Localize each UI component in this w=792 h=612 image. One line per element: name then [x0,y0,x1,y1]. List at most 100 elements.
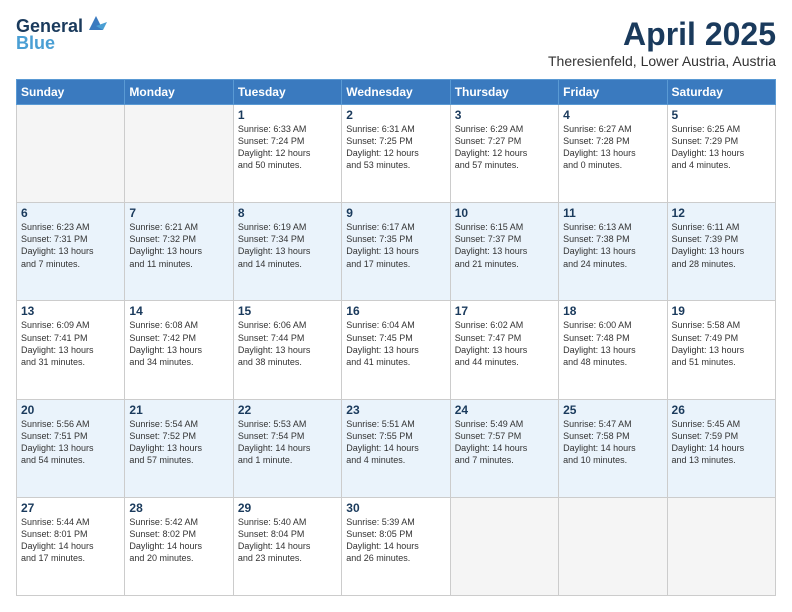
day-number: 11 [563,206,662,220]
day-info: Sunrise: 6:15 AMSunset: 7:37 PMDaylight:… [455,221,554,270]
logo: General Blue [16,16,107,54]
day-number: 5 [672,108,771,122]
day-number: 22 [238,403,337,417]
col-header-friday: Friday [559,80,667,105]
day-number: 2 [346,108,445,122]
day-number: 4 [563,108,662,122]
day-info: Sunrise: 6:17 AMSunset: 7:35 PMDaylight:… [346,221,445,270]
calendar-cell: 20Sunrise: 5:56 AMSunset: 7:51 PMDayligh… [17,399,125,497]
calendar-cell: 22Sunrise: 5:53 AMSunset: 7:54 PMDayligh… [233,399,341,497]
day-number: 8 [238,206,337,220]
page: General Blue April 2025 Theresienfeld, L… [0,0,792,612]
day-number: 10 [455,206,554,220]
calendar-table: SundayMondayTuesdayWednesdayThursdayFrid… [16,79,776,596]
calendar-cell [17,105,125,203]
col-header-saturday: Saturday [667,80,775,105]
calendar-cell: 26Sunrise: 5:45 AMSunset: 7:59 PMDayligh… [667,399,775,497]
calendar-week-3: 13Sunrise: 6:09 AMSunset: 7:41 PMDayligh… [17,301,776,399]
calendar-cell: 21Sunrise: 5:54 AMSunset: 7:52 PMDayligh… [125,399,233,497]
day-number: 3 [455,108,554,122]
logo-text: General Blue [16,16,107,54]
day-info: Sunrise: 5:58 AMSunset: 7:49 PMDaylight:… [672,319,771,368]
day-number: 15 [238,304,337,318]
day-info: Sunrise: 6:13 AMSunset: 7:38 PMDaylight:… [563,221,662,270]
calendar-cell: 7Sunrise: 6:21 AMSunset: 7:32 PMDaylight… [125,203,233,301]
day-number: 29 [238,501,337,515]
day-number: 13 [21,304,120,318]
day-info: Sunrise: 6:21 AMSunset: 7:32 PMDaylight:… [129,221,228,270]
day-info: Sunrise: 6:08 AMSunset: 7:42 PMDaylight:… [129,319,228,368]
calendar-cell: 27Sunrise: 5:44 AMSunset: 8:01 PMDayligh… [17,497,125,595]
calendar-cell: 13Sunrise: 6:09 AMSunset: 7:41 PMDayligh… [17,301,125,399]
calendar-cell: 9Sunrise: 6:17 AMSunset: 7:35 PMDaylight… [342,203,450,301]
col-header-tuesday: Tuesday [233,80,341,105]
day-number: 17 [455,304,554,318]
col-header-wednesday: Wednesday [342,80,450,105]
calendar-cell: 11Sunrise: 6:13 AMSunset: 7:38 PMDayligh… [559,203,667,301]
calendar-cell: 3Sunrise: 6:29 AMSunset: 7:27 PMDaylight… [450,105,558,203]
day-number: 20 [21,403,120,417]
day-number: 12 [672,206,771,220]
calendar-cell [450,497,558,595]
calendar-cell: 18Sunrise: 6:00 AMSunset: 7:48 PMDayligh… [559,301,667,399]
header: General Blue April 2025 Theresienfeld, L… [16,16,776,69]
main-title: April 2025 [548,16,776,53]
calendar-cell: 2Sunrise: 6:31 AMSunset: 7:25 PMDaylight… [342,105,450,203]
calendar-cell [559,497,667,595]
day-number: 7 [129,206,228,220]
day-info: Sunrise: 5:51 AMSunset: 7:55 PMDaylight:… [346,418,445,467]
day-info: Sunrise: 6:25 AMSunset: 7:29 PMDaylight:… [672,123,771,172]
day-info: Sunrise: 5:42 AMSunset: 8:02 PMDaylight:… [129,516,228,565]
logo-icon [85,12,107,34]
day-number: 26 [672,403,771,417]
day-info: Sunrise: 6:19 AMSunset: 7:34 PMDaylight:… [238,221,337,270]
calendar-week-5: 27Sunrise: 5:44 AMSunset: 8:01 PMDayligh… [17,497,776,595]
day-info: Sunrise: 5:49 AMSunset: 7:57 PMDaylight:… [455,418,554,467]
calendar-cell: 6Sunrise: 6:23 AMSunset: 7:31 PMDaylight… [17,203,125,301]
day-info: Sunrise: 6:04 AMSunset: 7:45 PMDaylight:… [346,319,445,368]
day-info: Sunrise: 6:06 AMSunset: 7:44 PMDaylight:… [238,319,337,368]
day-info: Sunrise: 6:27 AMSunset: 7:28 PMDaylight:… [563,123,662,172]
day-number: 6 [21,206,120,220]
calendar-cell: 1Sunrise: 6:33 AMSunset: 7:24 PMDaylight… [233,105,341,203]
calendar-cell: 28Sunrise: 5:42 AMSunset: 8:02 PMDayligh… [125,497,233,595]
calendar-cell: 29Sunrise: 5:40 AMSunset: 8:04 PMDayligh… [233,497,341,595]
calendar-cell: 25Sunrise: 5:47 AMSunset: 7:58 PMDayligh… [559,399,667,497]
day-number: 18 [563,304,662,318]
day-number: 9 [346,206,445,220]
calendar-week-2: 6Sunrise: 6:23 AMSunset: 7:31 PMDaylight… [17,203,776,301]
day-info: Sunrise: 5:56 AMSunset: 7:51 PMDaylight:… [21,418,120,467]
calendar-cell: 4Sunrise: 6:27 AMSunset: 7:28 PMDaylight… [559,105,667,203]
day-info: Sunrise: 5:40 AMSunset: 8:04 PMDaylight:… [238,516,337,565]
col-header-monday: Monday [125,80,233,105]
col-header-sunday: Sunday [17,80,125,105]
day-number: 30 [346,501,445,515]
calendar-cell: 5Sunrise: 6:25 AMSunset: 7:29 PMDaylight… [667,105,775,203]
calendar-week-4: 20Sunrise: 5:56 AMSunset: 7:51 PMDayligh… [17,399,776,497]
calendar-cell: 17Sunrise: 6:02 AMSunset: 7:47 PMDayligh… [450,301,558,399]
day-info: Sunrise: 5:47 AMSunset: 7:58 PMDaylight:… [563,418,662,467]
day-info: Sunrise: 6:11 AMSunset: 7:39 PMDaylight:… [672,221,771,270]
day-info: Sunrise: 6:02 AMSunset: 7:47 PMDaylight:… [455,319,554,368]
calendar-cell: 8Sunrise: 6:19 AMSunset: 7:34 PMDaylight… [233,203,341,301]
calendar-cell: 14Sunrise: 6:08 AMSunset: 7:42 PMDayligh… [125,301,233,399]
calendar-cell: 12Sunrise: 6:11 AMSunset: 7:39 PMDayligh… [667,203,775,301]
calendar-header-row: SundayMondayTuesdayWednesdayThursdayFrid… [17,80,776,105]
calendar-cell: 19Sunrise: 5:58 AMSunset: 7:49 PMDayligh… [667,301,775,399]
calendar-week-1: 1Sunrise: 6:33 AMSunset: 7:24 PMDaylight… [17,105,776,203]
day-info: Sunrise: 5:53 AMSunset: 7:54 PMDaylight:… [238,418,337,467]
day-number: 1 [238,108,337,122]
subtitle: Theresienfeld, Lower Austria, Austria [548,53,776,69]
calendar-cell [667,497,775,595]
calendar-cell: 24Sunrise: 5:49 AMSunset: 7:57 PMDayligh… [450,399,558,497]
day-number: 14 [129,304,228,318]
day-info: Sunrise: 5:45 AMSunset: 7:59 PMDaylight:… [672,418,771,467]
day-number: 24 [455,403,554,417]
calendar-cell: 16Sunrise: 6:04 AMSunset: 7:45 PMDayligh… [342,301,450,399]
day-number: 25 [563,403,662,417]
calendar-cell: 30Sunrise: 5:39 AMSunset: 8:05 PMDayligh… [342,497,450,595]
day-number: 23 [346,403,445,417]
day-info: Sunrise: 6:09 AMSunset: 7:41 PMDaylight:… [21,319,120,368]
day-info: Sunrise: 6:31 AMSunset: 7:25 PMDaylight:… [346,123,445,172]
day-number: 27 [21,501,120,515]
